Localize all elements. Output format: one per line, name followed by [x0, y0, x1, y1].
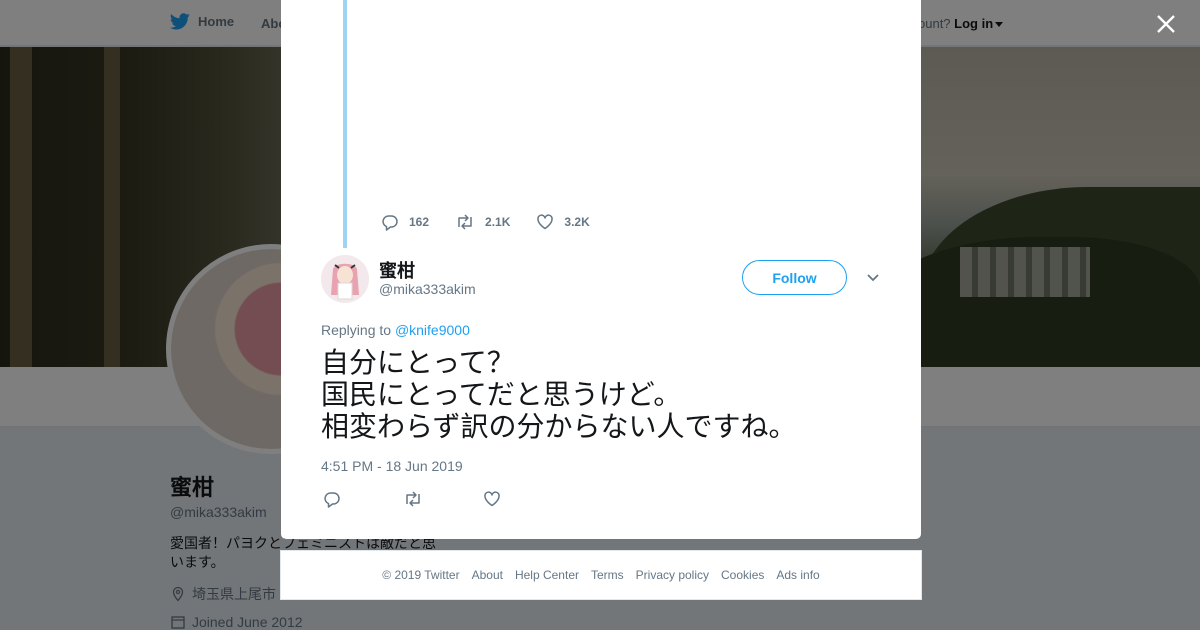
- retweet-icon[interactable]: [403, 490, 483, 508]
- tweet-text-line: 国民にとってだと思うけど。: [321, 378, 682, 411]
- footer-link-terms[interactable]: Terms: [591, 568, 624, 582]
- footer-link-help-center[interactable]: Help Center: [515, 568, 579, 582]
- retweet-count: 2.1K: [485, 215, 511, 229]
- reply-button[interactable]: 162: [381, 213, 429, 231]
- footer-copyright: © 2019 Twitter: [382, 568, 460, 582]
- conversation-thread-line: [343, 0, 347, 248]
- chevron-down-icon[interactable]: [865, 269, 881, 285]
- heart-icon: [536, 213, 554, 231]
- tweet-actions: [323, 490, 563, 508]
- footer-link-ads-info[interactable]: Ads info: [776, 568, 819, 582]
- heart-icon[interactable]: [483, 490, 563, 508]
- footer-link-cookies[interactable]: Cookies: [721, 568, 764, 582]
- retweet-icon: [455, 213, 475, 231]
- author-handle[interactable]: @mika333akim: [379, 281, 476, 297]
- reply-icon[interactable]: [323, 490, 403, 508]
- author-avatar[interactable]: [321, 255, 369, 303]
- previous-tweet-actions: 162 2.1K 3.2K: [381, 213, 616, 231]
- author-name[interactable]: 蜜柑: [379, 257, 415, 283]
- tweet-text: 自分にとって？ 国民にとってだと思うけど。 相変わらず訳の分からない人ですね。: [321, 347, 881, 443]
- tweet-header: 蜜柑 @mika333akim Follow: [321, 255, 881, 305]
- replying-to: Replying to @knife9000: [321, 322, 470, 338]
- replying-mention-link[interactable]: @knife9000: [395, 322, 470, 338]
- replying-prefix: Replying to: [321, 322, 392, 338]
- tweet-timestamp[interactable]: 4:51 PM - 18 Jun 2019: [321, 458, 463, 474]
- footer-link-privacy-policy[interactable]: Privacy policy: [636, 568, 709, 582]
- modal-footer: © 2019 Twitter About Help Center Terms P…: [280, 550, 922, 600]
- reply-count: 162: [409, 215, 430, 229]
- follow-button[interactable]: Follow: [742, 260, 847, 295]
- tweet-text-line: 自分にとって？: [321, 346, 515, 379]
- tweet-permalink-modal: 162 2.1K 3.2K 蜜柑 @mika333akim Follow Rep…: [281, 0, 921, 539]
- like-button[interactable]: 3.2K: [536, 213, 590, 231]
- tweet-text-line: 相変わらず訳の分からない人ですね。: [321, 410, 797, 443]
- like-count: 3.2K: [564, 215, 590, 229]
- footer-link-about[interactable]: About: [472, 568, 503, 582]
- close-icon[interactable]: [1152, 10, 1180, 38]
- retweet-button[interactable]: 2.1K: [455, 213, 510, 231]
- reply-icon: [381, 213, 399, 231]
